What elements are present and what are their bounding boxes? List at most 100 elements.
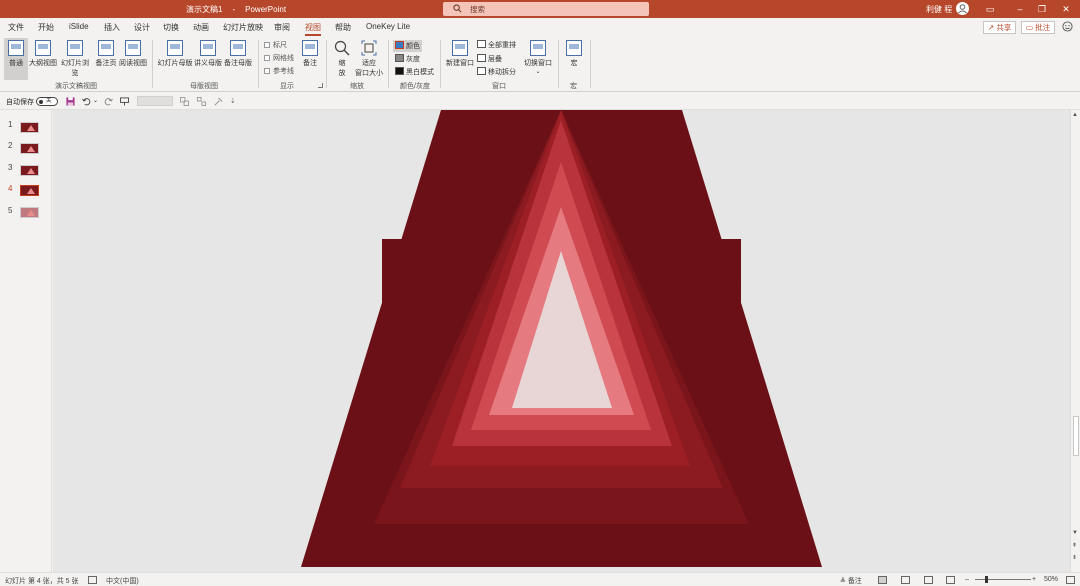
- restore-button[interactable]: ❐: [1032, 1, 1052, 17]
- tab-animations[interactable]: 动画: [193, 22, 209, 33]
- search-placeholder: 搜索: [470, 5, 485, 14]
- autosave-toggle-label: 关: [46, 98, 52, 104]
- tab-home[interactable]: 开始: [38, 22, 54, 33]
- outline-view-button[interactable]: 大纲视图: [29, 38, 57, 68]
- zoom-in-icon[interactable]: +: [1032, 576, 1036, 583]
- black-white-button[interactable]: 黑白模式: [395, 67, 434, 77]
- switch-windows-button[interactable]: 切换窗口 ⌄: [523, 38, 553, 75]
- tab-slideshow[interactable]: 幻灯片放映: [223, 22, 263, 33]
- format-painter-icon[interactable]: [214, 97, 223, 106]
- tab-review[interactable]: 审阅: [274, 22, 290, 33]
- font-size-box[interactable]: [137, 96, 173, 106]
- search-box[interactable]: 搜索: [443, 2, 649, 16]
- slide-sorter-button[interactable]: 幻灯片浏览: [58, 38, 92, 78]
- ribbon-display-options-icon[interactable]: ▭: [980, 1, 1000, 17]
- tab-onekey-lite[interactable]: OneKey Lite: [366, 22, 410, 31]
- ribbon-separator: [590, 40, 591, 88]
- tab-transitions[interactable]: 切换: [163, 22, 179, 33]
- slide-thumbnail-current[interactable]: [20, 185, 39, 196]
- close-button[interactable]: ✕: [1056, 1, 1076, 17]
- zoom-label-line2: 放: [338, 70, 346, 77]
- tab-design[interactable]: 设计: [134, 22, 150, 33]
- slide-sorter-status-icon[interactable]: [901, 576, 910, 584]
- tab-view[interactable]: 视图: [305, 22, 321, 36]
- smiley-icon[interactable]: [1062, 21, 1073, 32]
- normal-view-button[interactable]: 普通: [4, 38, 28, 80]
- slide-thumbnail[interactable]: [20, 143, 39, 154]
- next-slide-icon[interactable]: ⇟: [1072, 554, 1077, 561]
- slide-thumbnail[interactable]: [20, 122, 39, 133]
- previous-slide-icon[interactable]: ⇞: [1072, 542, 1077, 549]
- move-split-button[interactable]: 移动拆分: [477, 67, 516, 77]
- color-icon: [395, 41, 404, 49]
- slide-number: 3: [8, 163, 13, 172]
- zoom-out-icon[interactable]: –: [965, 576, 969, 583]
- arrange-all-icon: [477, 40, 486, 48]
- slide-content: [301, 110, 822, 567]
- user-icon: [958, 4, 967, 14]
- slide-master-label: 幻灯片母版: [157, 60, 193, 67]
- gridlines-checkbox[interactable]: 网格线: [264, 53, 294, 63]
- arrange-all-label: 全部重排: [488, 42, 516, 49]
- ungroup-icon[interactable]: [197, 97, 206, 106]
- notes-button[interactable]: 备注: [300, 38, 320, 68]
- zoom-slider-knob[interactable]: [985, 576, 988, 583]
- autosave-toggle[interactable]: 关: [36, 97, 58, 106]
- dialog-launcher-icon[interactable]: [318, 83, 323, 88]
- avatar[interactable]: [956, 2, 969, 15]
- tab-file[interactable]: 文件: [8, 22, 24, 33]
- customize-qat-icon[interactable]: ⇣: [230, 97, 239, 106]
- zoom-slider[interactable]: [975, 576, 1031, 583]
- scroll-up-icon[interactable]: ▲: [1072, 112, 1078, 118]
- slide-editing-area[interactable]: [53, 110, 1070, 572]
- share-button[interactable]: ↗ 共享: [983, 21, 1017, 34]
- color-button[interactable]: 颜色: [393, 40, 422, 52]
- zoom-button[interactable]: 缩 放: [331, 38, 353, 78]
- language-indicator[interactable]: 中文(中国): [106, 576, 139, 586]
- group-icon[interactable]: [180, 97, 189, 106]
- save-icon[interactable]: [66, 97, 75, 106]
- handout-master-button[interactable]: 讲义母版: [194, 38, 222, 68]
- reading-view-button[interactable]: 阅读视图: [119, 38, 147, 68]
- zoom-level[interactable]: 50%: [1044, 576, 1058, 583]
- tab-insert[interactable]: 插入: [104, 22, 120, 33]
- macros-button[interactable]: 宏: [563, 38, 585, 68]
- start-slideshow-icon[interactable]: [120, 97, 129, 106]
- notes-master-button[interactable]: 备注母版: [223, 38, 253, 68]
- cascade-button[interactable]: 层叠: [477, 54, 502, 64]
- minimize-button[interactable]: –: [1010, 1, 1030, 17]
- macro-icon: [566, 40, 582, 56]
- redo-icon[interactable]: [104, 97, 113, 106]
- slideshow-status-icon[interactable]: [946, 576, 955, 584]
- undo-icon[interactable]: [82, 97, 91, 106]
- guides-checkbox[interactable]: 参考线: [264, 66, 294, 76]
- vertical-scrollbar[interactable]: ▲ ▼ ⇞ ⇟: [1070, 110, 1080, 572]
- notes-page-button[interactable]: 备注页: [94, 38, 118, 68]
- ruler-checkbox[interactable]: 标尺: [264, 40, 287, 50]
- undo-dropdown-icon[interactable]: ⌄: [93, 97, 102, 106]
- scrollbar-thumb[interactable]: [1073, 416, 1079, 456]
- reading-view-status-icon[interactable]: [924, 576, 933, 584]
- normal-view-status-icon[interactable]: [878, 576, 887, 584]
- spelling-check-icon[interactable]: [88, 576, 97, 584]
- slide-thumbnail[interactable]: [20, 207, 39, 218]
- arrange-all-button[interactable]: 全部重排: [477, 40, 516, 50]
- ribbon-separator: [326, 40, 327, 88]
- comments-button[interactable]: ▭ 批注: [1021, 21, 1056, 34]
- tab-help[interactable]: 帮助: [335, 22, 351, 33]
- tab-islide[interactable]: iSlide: [69, 22, 89, 31]
- user-name[interactable]: 利健 程: [926, 4, 952, 15]
- notes-toggle[interactable]: ≜ 备注: [840, 576, 862, 586]
- app-name: PowerPoint: [245, 5, 287, 14]
- notes-page-label: 备注页: [95, 60, 117, 67]
- fit-slide-icon[interactable]: [1066, 576, 1075, 584]
- scroll-down-icon[interactable]: ▼: [1072, 530, 1078, 536]
- ribbon-separator: [440, 40, 441, 88]
- grayscale-button[interactable]: 灰度: [395, 54, 420, 64]
- slide-master-button[interactable]: 幻灯片母版: [157, 38, 193, 68]
- new-window-button[interactable]: 新建窗口: [445, 38, 475, 68]
- slide-preview: [27, 188, 35, 194]
- fit-to-window-button[interactable]: 适应 窗口大小: [354, 38, 384, 78]
- document-name: 演示文稿1: [186, 5, 223, 14]
- slide-thumbnail[interactable]: [20, 165, 39, 176]
